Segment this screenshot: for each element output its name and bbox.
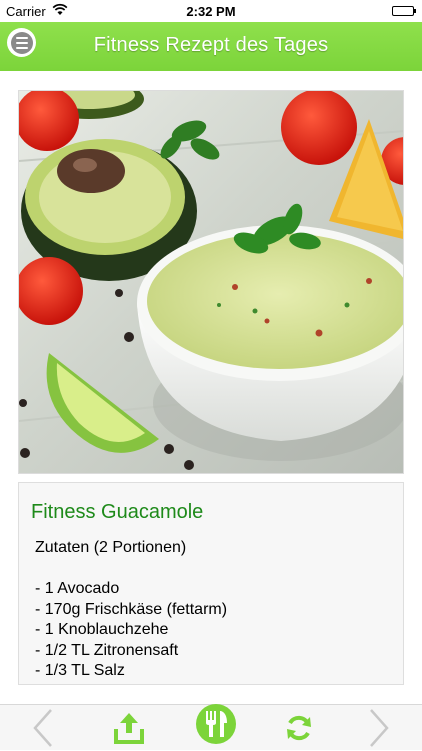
ingredient-item: - 1 Knoblauchzehe — [35, 621, 169, 638]
recipe-title: Fitness Guacamole — [31, 501, 204, 523]
ingredients-heading: Zutaten (2 Portionen) — [35, 539, 187, 556]
bottom-toolbar — [0, 704, 422, 750]
recipe-circle — [196, 704, 236, 744]
previous-button[interactable] — [28, 705, 58, 751]
refresh-button[interactable] — [282, 705, 316, 751]
recipe-card: Fitness Guacamole Zutaten (2 Portionen) … — [18, 482, 404, 685]
recipe-photo — [18, 90, 404, 474]
chevron-left-icon — [33, 709, 52, 747]
battery-icon — [392, 6, 416, 16]
refresh-icon — [287, 715, 311, 741]
page-title: Fitness Rezept des Tages — [93, 34, 329, 56]
ingredient-list: - 1 Avocado - 170g Frischkäse (fettarm) … — [35, 579, 227, 682]
chevron-right-icon — [370, 709, 389, 747]
share-button[interactable] — [112, 705, 146, 751]
fork-knife-icon — [206, 711, 227, 737]
share-icon — [114, 713, 144, 744]
next-button[interactable] — [364, 705, 394, 751]
nav-bar: Fitness Rezept des Tages — [0, 22, 422, 71]
recipe-button[interactable] — [193, 704, 239, 751]
ingredient-item: - 1/3 TL Salz — [35, 662, 125, 679]
ingredient-item: - 1/2 TL Zitronensaft — [35, 641, 179, 659]
ingredient-item: - 1 Avocado — [35, 580, 120, 597]
clock: 2:32 PM — [186, 4, 236, 19]
ingredient-item: - 170g Frischkäse (fettarm) — [35, 600, 228, 618]
status-bar: Carrier 2:32 PM — [0, 0, 422, 22]
